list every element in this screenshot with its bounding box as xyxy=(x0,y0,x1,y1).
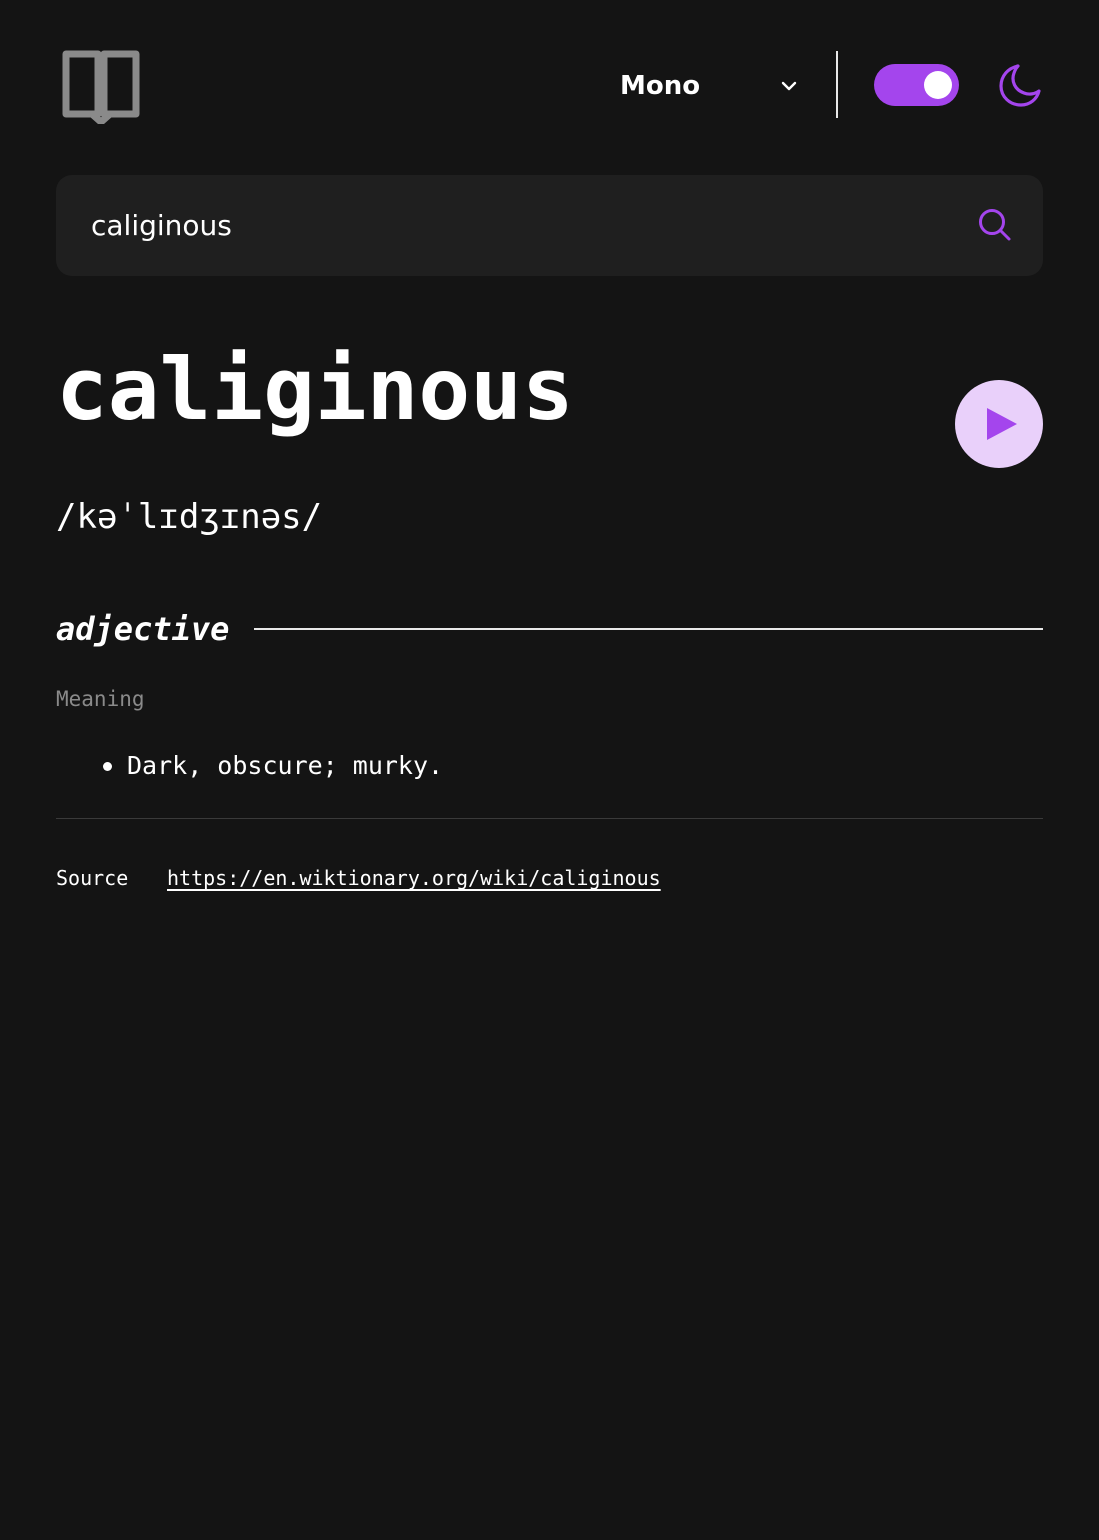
definition-list: Dark, obscure; murky. xyxy=(101,745,443,787)
moon-icon[interactable] xyxy=(996,62,1042,108)
part-of-speech: adjective xyxy=(56,610,230,648)
source-row: Source https://en.wiktionary.org/wiki/ca… xyxy=(56,862,661,894)
play-audio-button[interactable] xyxy=(955,380,1043,468)
source-divider xyxy=(56,818,1043,819)
theme-toggle[interactable] xyxy=(874,64,959,106)
toggle-knob xyxy=(924,71,952,99)
chevron-down-icon xyxy=(777,74,801,98)
definition-text: Dark, obscure; murky. xyxy=(127,751,444,780)
definition-item: Dark, obscure; murky. xyxy=(101,745,443,787)
font-family-select[interactable]: Mono xyxy=(620,66,800,106)
book-icon[interactable] xyxy=(62,50,140,126)
part-of-speech-divider xyxy=(254,628,1043,630)
search-input[interactable] xyxy=(91,175,951,276)
play-icon xyxy=(987,408,1017,440)
part-of-speech-row: adjective xyxy=(56,604,1043,654)
word-title: caliginous xyxy=(56,340,574,440)
bullet xyxy=(103,762,112,771)
search-bar xyxy=(56,175,1043,276)
header-divider xyxy=(836,51,838,118)
search-icon[interactable] xyxy=(978,208,1012,242)
phonetic: /kəˈlɪdʒɪnəs/ xyxy=(56,497,323,537)
meaning-label: Meaning xyxy=(56,687,145,711)
app-header: Mono xyxy=(56,48,1043,126)
source-link[interactable]: https://en.wiktionary.org/wiki/caliginou… xyxy=(167,866,661,890)
font-select-value: Mono xyxy=(620,71,701,101)
source-label: Source xyxy=(56,866,129,890)
